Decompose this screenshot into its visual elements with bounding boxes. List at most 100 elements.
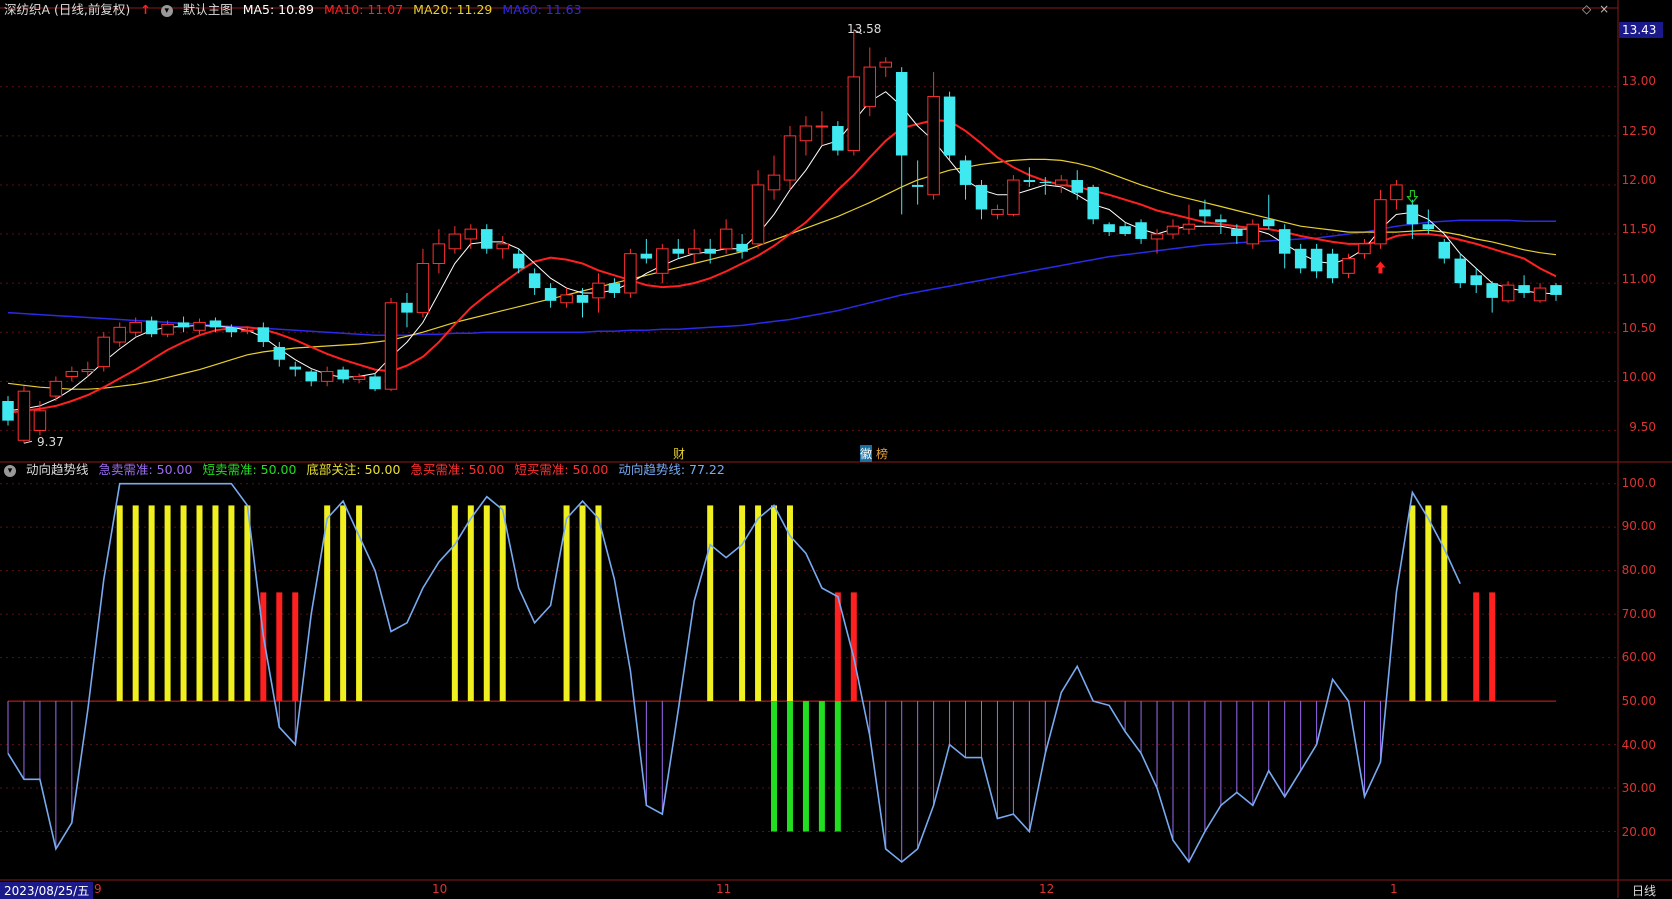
main-chart-header: 深纺织A (日线,前复权) ↑ ▾ 默认主图 MA5: 10.89 MA10: … (4, 1, 588, 19)
chart-canvas (0, 0, 1672, 898)
bottom-watch-bar (579, 505, 586, 702)
candle-body (1215, 219, 1227, 223)
ma20-label: MA20: 11.29 (413, 2, 493, 17)
indicator-tick: 90.00 (1621, 519, 1656, 533)
indicator-item-5: 短买需准: 50.00 (514, 462, 609, 477)
short-sell-bar (834, 701, 841, 832)
candle-body (1166, 225, 1180, 235)
bottom-watch-bar (180, 505, 187, 702)
candle-body (49, 380, 63, 397)
candle-body (1294, 248, 1307, 269)
bottom-watch-bar (483, 505, 490, 702)
bottom-watch-bar (467, 505, 474, 702)
candle-body (719, 228, 733, 250)
candle-body (895, 72, 908, 156)
stock-title[interactable]: 深纺织A (日线,前复权) (4, 2, 130, 17)
event-marker-list[interactable]: 榜 (876, 445, 888, 462)
quick-buy-bar (292, 592, 299, 702)
diamond-icon[interactable]: ◇ (1582, 2, 1591, 16)
candle-body (1454, 258, 1466, 284)
indicator-tick: 50.00 (1621, 694, 1656, 708)
candle-body (927, 96, 940, 196)
indicator-tick: 60.00 (1621, 650, 1656, 664)
close-icon[interactable]: × (1599, 2, 1609, 16)
ma5-label: MA5: 10.89 (242, 2, 314, 17)
indicator-name[interactable]: 动向趋势线 (26, 462, 89, 477)
indicator-tick: 70.00 (1621, 607, 1656, 621)
candle-body (289, 366, 302, 370)
candle-body (815, 125, 829, 128)
date-label-dec: 12 (1039, 882, 1055, 896)
candle-body (1246, 223, 1260, 245)
buy-arrow-icon (1375, 261, 1386, 274)
candle-body (1422, 224, 1435, 230)
candle-body (767, 174, 781, 191)
candle-body (257, 327, 270, 343)
bottom-watch-bar (563, 505, 570, 702)
candle-body (1438, 241, 1451, 259)
period-label[interactable]: 日线 (1632, 882, 1656, 899)
price-tick: 11.00 (1621, 272, 1656, 286)
candle-body (783, 135, 797, 181)
candle-body (847, 76, 861, 152)
candle-body (624, 253, 637, 294)
candle-body (1119, 226, 1131, 235)
main-chart-label[interactable]: 默认主图 (183, 2, 233, 17)
price-tick: 11.50 (1621, 222, 1656, 236)
date-label-nov: 11 (716, 882, 732, 896)
candle-body (145, 320, 158, 335)
candle-body (991, 208, 1004, 215)
quick-buy-bar (1489, 592, 1496, 702)
candle-body (1374, 199, 1387, 245)
bottom-watch-bar (451, 505, 458, 702)
bottom-watch-bar (196, 505, 203, 702)
candle-body (369, 376, 381, 390)
date-label-jan: 1 (1390, 882, 1398, 896)
indicator-item-2: 短卖需准: 50.00 (202, 462, 297, 477)
bottom-watch-bar (116, 505, 123, 702)
candle-body (1087, 186, 1099, 220)
low-price-label: 9.37 (37, 435, 64, 449)
candle-body (1326, 253, 1339, 279)
candle-body (177, 322, 190, 328)
candle-body (416, 263, 430, 314)
current-price-label: 13.43 (1622, 23, 1657, 37)
price-tick: 12.00 (1621, 173, 1656, 187)
candle-body (337, 369, 349, 380)
candle-body (209, 320, 222, 328)
short-sell-bar (771, 701, 778, 832)
candle-body (1501, 284, 1515, 302)
ma10-line (7, 119, 1557, 414)
candle-body (1262, 219, 1275, 227)
candle-body (2, 400, 14, 421)
indicator-tick: 100.0 (1621, 476, 1656, 490)
indicator-item-3: 底部关注: 50.00 (306, 462, 401, 477)
indicator-dropdown-icon[interactable]: ▾ (4, 464, 16, 477)
candle-body (911, 184, 924, 187)
bottom-watch-bar (148, 505, 155, 702)
candle-body (560, 294, 573, 304)
candle-body (352, 375, 366, 380)
trend-line-path (7, 482, 1461, 864)
candle-body (672, 248, 685, 254)
event-marker-badge[interactable]: 徽 (860, 445, 873, 462)
candle-body (656, 248, 669, 274)
event-marker-finance[interactable]: 财 (673, 445, 685, 462)
candle-body (1518, 285, 1530, 293)
candle-body (863, 66, 877, 107)
candle-body (751, 184, 765, 245)
candle-body (528, 273, 541, 289)
bottom-watch-bar (1409, 505, 1416, 702)
quick-buy-bar (276, 592, 283, 702)
candle-body (193, 321, 206, 331)
high-price-label: 13.58 (847, 22, 882, 36)
candle-body (81, 369, 95, 373)
indicator-tick: 20.00 (1621, 825, 1656, 839)
candle-body (113, 326, 126, 343)
candle-body (576, 294, 589, 303)
ma5-line (7, 91, 1557, 412)
candle-body (1310, 248, 1323, 272)
indicator-bars (7, 505, 1496, 862)
main-chart-dropdown-icon[interactable]: ▾ (160, 4, 173, 17)
quick-buy-bar (834, 592, 841, 702)
